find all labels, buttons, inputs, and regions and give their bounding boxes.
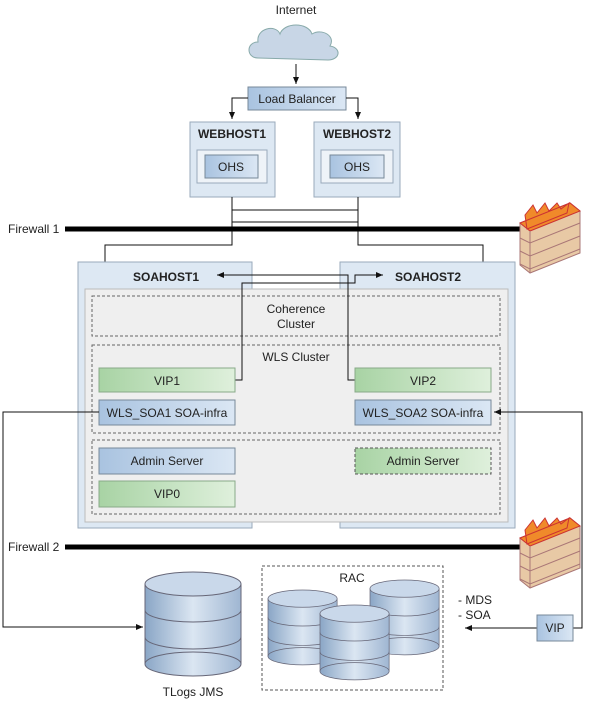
svg-text:Load Balancer: Load Balancer bbox=[258, 92, 335, 106]
firewall2-icon bbox=[519, 517, 581, 589]
mds-label: - MDS bbox=[458, 593, 492, 607]
admin-server-2: Admin Server bbox=[354, 447, 492, 475]
tlogs-database-icon bbox=[144, 571, 242, 677]
vip0: VIP0 bbox=[98, 480, 236, 508]
svg-text:WLS Cluster: WLS Cluster bbox=[262, 350, 329, 364]
svg-text:VIP1: VIP1 bbox=[154, 374, 180, 388]
svg-text:WLS_SOA1 SOA-infra: WLS_SOA1 SOA-infra bbox=[107, 406, 228, 420]
svg-text:WEBHOST1: WEBHOST1 bbox=[198, 127, 266, 141]
soahost1-label: SOAHOST1 bbox=[133, 270, 199, 284]
svg-text:Coherence: Coherence bbox=[267, 302, 326, 316]
tlogs-label: TLogs JMS bbox=[163, 685, 224, 699]
svg-text:Admin Server: Admin Server bbox=[387, 454, 460, 468]
soa-label: - SOA bbox=[458, 608, 491, 622]
load-balancer: Load Balancer bbox=[247, 86, 347, 111]
svg-text:VIP2: VIP2 bbox=[410, 374, 436, 388]
svg-text:VIP: VIP bbox=[545, 621, 564, 635]
svg-text:Cluster: Cluster bbox=[277, 317, 315, 331]
wls-soa2: WLS_SOA2 SOA-infra bbox=[354, 399, 492, 426]
db-vip: VIP bbox=[536, 614, 574, 642]
svg-text:OHS: OHS bbox=[218, 160, 244, 174]
wls-soa1: WLS_SOA1 SOA-infra bbox=[98, 399, 236, 426]
webhost1: WEBHOST1 OHS bbox=[189, 121, 276, 198]
svg-text:VIP0: VIP0 bbox=[154, 487, 180, 501]
architecture-diagram: Internet Load Balancer WEBHOST1 OHS WEBH… bbox=[2, 3, 583, 699]
svg-text:Admin Server: Admin Server bbox=[131, 454, 204, 468]
webhost2: WEBHOST2 OHS bbox=[313, 121, 401, 198]
internet-label: Internet bbox=[276, 3, 317, 17]
svg-text:WEBHOST2: WEBHOST2 bbox=[323, 127, 391, 141]
admin-server-1: Admin Server bbox=[98, 447, 236, 475]
soahost2-label: SOAHOST2 bbox=[395, 270, 461, 284]
internet-cloud-icon bbox=[248, 24, 339, 61]
svg-text:OHS: OHS bbox=[344, 160, 370, 174]
firewall1-icon bbox=[519, 202, 581, 274]
firewall2-label: Firewall 2 bbox=[8, 540, 60, 554]
rac-label: RAC bbox=[339, 571, 365, 585]
svg-text:WLS_SOA2 SOA-infra: WLS_SOA2 SOA-infra bbox=[363, 406, 484, 420]
firewall1-label: Firewall 1 bbox=[8, 222, 60, 236]
vip1: VIP1 bbox=[98, 367, 236, 393]
vip2: VIP2 bbox=[354, 367, 492, 393]
rac-database-icons bbox=[267, 579, 440, 681]
